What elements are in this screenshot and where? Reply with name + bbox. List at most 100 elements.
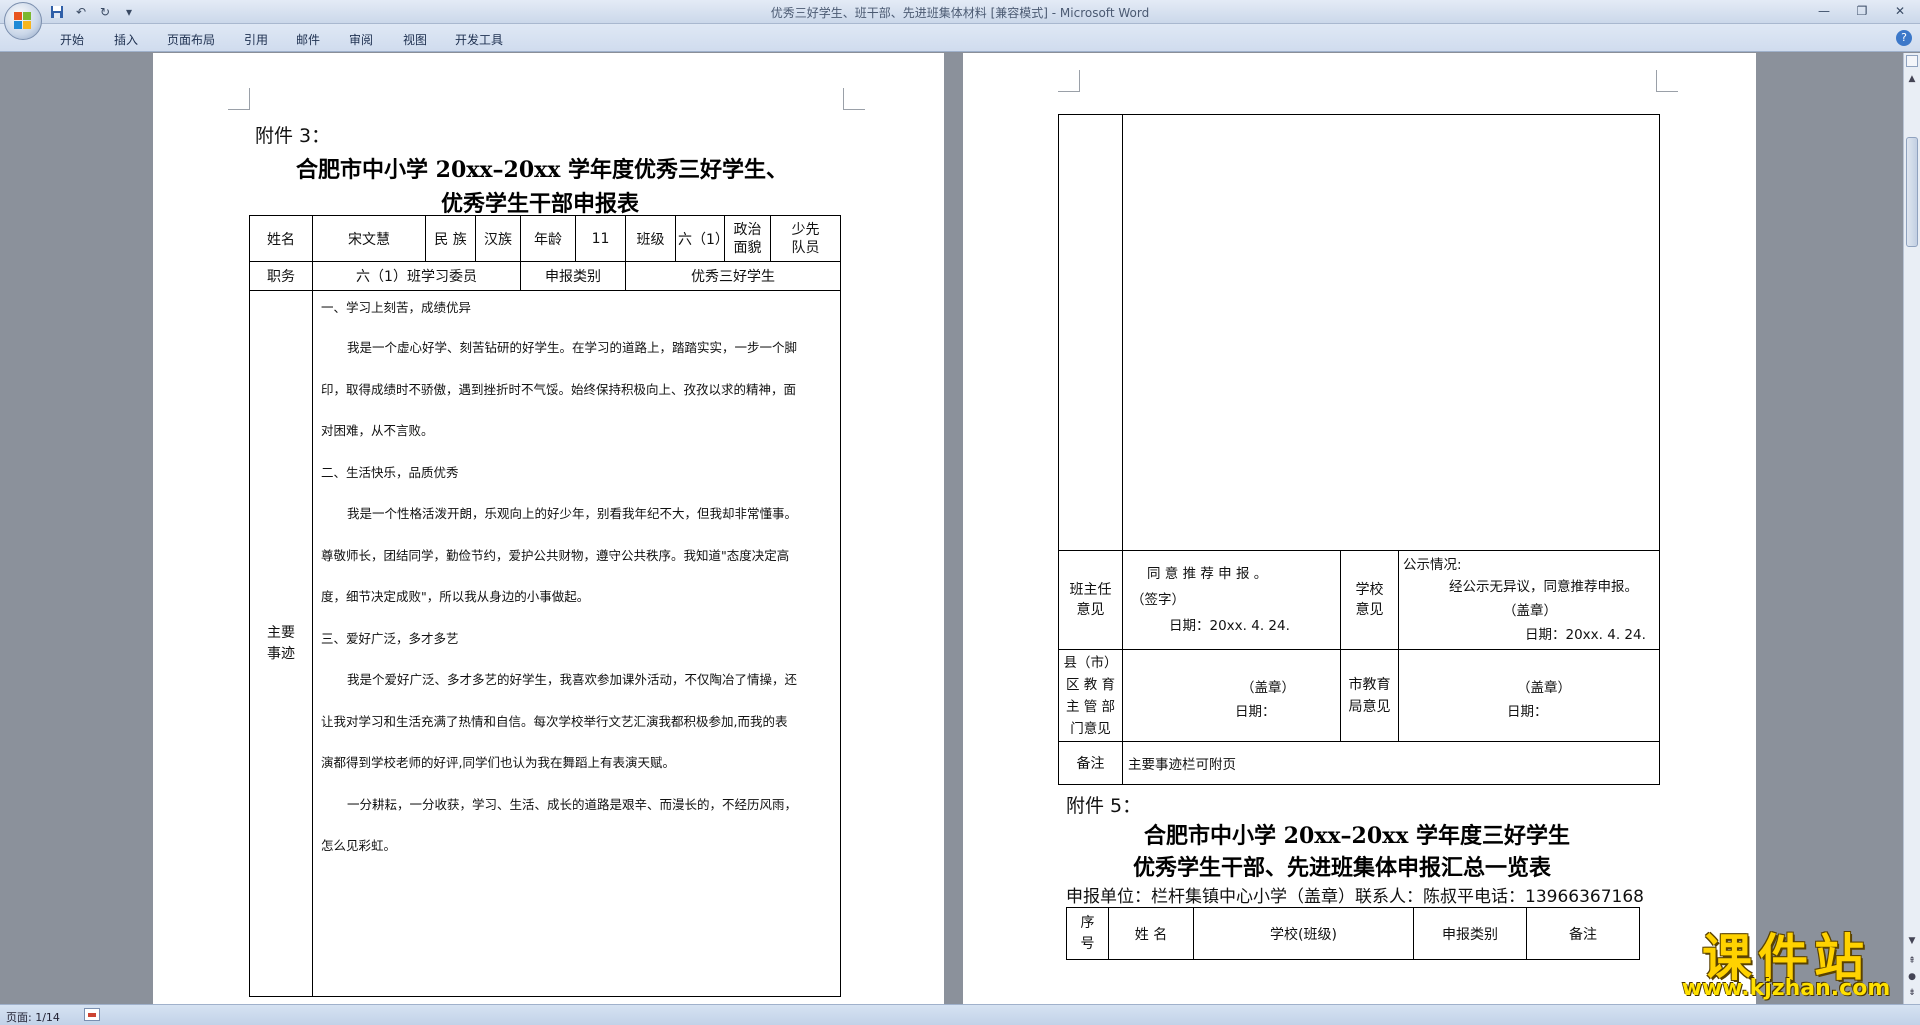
deeds-paragraph: 我是一个虚心好学、刻苦钻研的好学生。在学习的道路上，踏踏实实，一步一个脚 xyxy=(347,340,798,355)
margin-corner-mark xyxy=(843,88,865,110)
form-title-line-1: 合肥市中小学 20xx–20xx 学年度优秀三好学生、 xyxy=(296,157,789,183)
political-label-line: 面貌 xyxy=(733,239,762,256)
office-logo-icon xyxy=(14,12,32,30)
vertical-scrollbar[interactable]: ▲ ▼ ⇞ ● ⇟ xyxy=(1903,53,1920,1004)
application-form-table: 姓名 宋文慧 民 族 汉族 年龄 11 班级 六（1） 政治 面貌 少先 队员 … xyxy=(249,215,841,997)
label-line: 县（市） xyxy=(1063,654,1118,671)
scroll-up-icon[interactable]: ▲ xyxy=(1904,71,1920,87)
view-ruler-icon[interactable] xyxy=(1906,55,1918,67)
political-label-line: 政治 xyxy=(733,221,762,238)
city-opinion-cell[interactable]: （盖章） 日期： xyxy=(1397,649,1661,742)
county-opinion-label: 县（市） 区 教 育 主 管 部 门意见 xyxy=(1058,649,1123,742)
remark-header: 备注 xyxy=(1526,907,1640,960)
window-controls: — ❐ ✕ xyxy=(1810,2,1914,20)
teacher-opinion-text: 同 意 推 荐 申 报 。 xyxy=(1147,566,1268,582)
close-icon[interactable]: ✕ xyxy=(1886,2,1914,20)
margin-corner-mark xyxy=(228,88,250,110)
name-value[interactable]: 宋文慧 xyxy=(312,215,426,262)
school-date: 日期：20xx. 4. 24. xyxy=(1525,627,1646,643)
age-label: 年龄 xyxy=(520,215,576,262)
school-class-header: 学校(班级) xyxy=(1193,907,1414,960)
margin-corner-mark xyxy=(1058,70,1080,92)
document-page-1[interactable]: 附件 3： 合肥市中小学 20xx–20xx 学年度优秀三好学生、 优秀学生干部… xyxy=(153,53,944,1004)
deeds-paragraph: 怎么见彩虹。 xyxy=(321,838,397,853)
opinion-table: 班主任 意见 同 意 推 荐 申 报 。 （签字） 日期：20xx. 4. 24… xyxy=(1058,114,1661,785)
scroll-down-icon[interactable]: ▼ xyxy=(1904,933,1920,949)
class-label: 班级 xyxy=(625,215,676,262)
teacher-opinion-label: 班主任 意见 xyxy=(1058,550,1123,650)
document-page-2[interactable]: 班主任 意见 同 意 推 荐 申 报 。 （签字） 日期：20xx. 4. 24… xyxy=(963,53,1756,1004)
county-seal: （盖章） xyxy=(1241,680,1295,696)
category-label: 申报类别 xyxy=(520,261,626,291)
tab-insert[interactable]: 插入 xyxy=(114,31,138,48)
deeds-paragraph: 印，取得成绩时不骄傲，遇到挫折时不气馁。始终保持积极向上、孜孜以求的精神，面 xyxy=(321,381,797,397)
tab-references[interactable]: 引用 xyxy=(244,31,268,48)
table-row: 姓名 宋文慧 民 族 汉族 年龄 11 班级 六（1） 政治 面貌 少先 队员 xyxy=(249,215,841,262)
browse-object-icon[interactable]: ● xyxy=(1904,969,1920,985)
previous-page-icon[interactable]: ⇞ xyxy=(1904,953,1920,969)
minimize-icon[interactable]: — xyxy=(1810,2,1838,20)
tab-home[interactable]: 开始 xyxy=(60,31,84,48)
ribbon-tab-bar: 开始 插入 页面布局 引用 邮件 审阅 视图 开发工具 xyxy=(0,24,1920,52)
label-line: 学校 xyxy=(1355,582,1384,598)
label-line: 门意见 xyxy=(1070,720,1111,737)
scrollbar-thumb[interactable] xyxy=(1906,137,1918,247)
remark-label: 备注 xyxy=(1058,741,1123,785)
name-header: 姓 名 xyxy=(1108,907,1194,960)
status-bar: 页面: 1/14 xyxy=(0,1004,1920,1025)
table-row: 职务 六（1）班学习委员 申报类别 优秀三好学生 xyxy=(249,261,841,291)
tab-mailings[interactable]: 邮件 xyxy=(296,31,320,48)
remark-value[interactable]: 主要事迹栏可附页 xyxy=(1121,741,1661,785)
political-value[interactable]: 少先 队员 xyxy=(770,215,841,262)
header-line: 号 xyxy=(1080,935,1095,952)
deeds-paragraph: 让我对学习和生活充满了热情和自信。每次学校举行文艺汇演我都积极参加,而我的表 xyxy=(321,713,788,729)
public-notice-text: 经公示无异议，同意推荐申报。 xyxy=(1449,579,1638,595)
header-line: 序 xyxy=(1080,914,1095,931)
site-watermark: 课件站 www.kjzhan.com xyxy=(1668,922,1904,1002)
deeds-continued-cell[interactable] xyxy=(1121,114,1661,551)
name-label: 姓名 xyxy=(249,215,313,262)
attachment-label: 附件 3： xyxy=(255,125,331,147)
age-value[interactable]: 11 xyxy=(575,215,626,262)
tab-review[interactable]: 审阅 xyxy=(349,31,373,48)
label-line: 意见 xyxy=(1355,602,1384,618)
table-row: 备注 主要事迹栏可附页 xyxy=(1058,741,1661,785)
table-row xyxy=(1058,114,1661,551)
school-seal: （盖章） xyxy=(1503,603,1557,619)
school-opinion-cell[interactable]: 公示情况: 经公示无异议，同意推荐申报。 （盖章） 日期：20xx. 4. 24… xyxy=(1397,550,1661,650)
deeds-paragraph: 一分耕耘，一分收获，学习、生活、成长的道路是艰辛、而漫长的，不经历风雨， xyxy=(347,796,798,812)
tab-developer[interactable]: 开发工具 xyxy=(455,31,503,48)
label-line: 主 管 部 xyxy=(1065,698,1116,715)
page-count[interactable]: 页面: 1/14 xyxy=(6,1009,60,1025)
table-row: 主要 事迹 一、学习上刻苦，成绩优异我是一个虚心好学、刻苦钻研的好学生。在学习的… xyxy=(249,290,841,997)
summary-table: 序 号 姓 名 学校(班级) 申报类别 备注 xyxy=(1066,907,1640,960)
county-opinion-cell[interactable]: （盖章） 日期： xyxy=(1122,649,1341,742)
watermark-url: www.kjzhan.com xyxy=(1681,976,1891,1001)
public-notice-title: 公示情况: xyxy=(1403,557,1462,573)
teacher-opinion-cell[interactable]: 同 意 推 荐 申 报 。 （签字） 日期：20xx. 4. 24. xyxy=(1122,550,1341,650)
window-title: 优秀三好学生、班干部、先进班集体材料 [兼容模式] - Microsoft Wo… xyxy=(770,6,1150,20)
index-header: 序 号 xyxy=(1066,907,1109,960)
table-row: 序 号 姓 名 学校(班级) 申报类别 备注 xyxy=(1066,907,1640,960)
attachment-label: 附件 5： xyxy=(1066,795,1142,817)
tab-page-layout[interactable]: 页面布局 xyxy=(167,31,215,48)
title-bar: ↶ ↻ ▾ 优秀三好学生、班干部、先进班集体材料 [兼容模式] - Micros… xyxy=(0,0,1920,24)
restore-icon[interactable]: ❐ xyxy=(1848,2,1876,20)
next-page-icon[interactable]: ⇟ xyxy=(1904,985,1920,1001)
category-value[interactable]: 优秀三好学生 xyxy=(625,261,841,291)
deeds-paragraph: 一、学习上刻苦，成绩优异 xyxy=(321,300,472,315)
blank-cell xyxy=(1058,114,1123,551)
tab-view[interactable]: 视图 xyxy=(403,31,427,48)
deeds-content[interactable]: 一、学习上刻苦，成绩优异我是一个虚心好学、刻苦钻研的好学生。在学习的道路上，踏踏… xyxy=(312,290,841,997)
deeds-label: 主要 事迹 xyxy=(249,290,313,997)
document-workspace[interactable]: 附件 3： 合肥市中小学 20xx–20xx 学年度优秀三好学生、 优秀学生干部… xyxy=(0,53,1903,1004)
help-icon[interactable]: ? xyxy=(1896,30,1912,46)
class-value[interactable]: 六（1） xyxy=(675,215,729,262)
proofing-icon[interactable] xyxy=(84,1008,100,1021)
position-value[interactable]: 六（1）班学习委员 xyxy=(312,261,521,291)
label-line: 班主任 xyxy=(1069,582,1112,598)
political-value-line: 少先 xyxy=(791,221,820,238)
deeds-label-line: 事迹 xyxy=(267,645,295,662)
ethnic-value[interactable]: 汉族 xyxy=(475,215,521,262)
office-button[interactable] xyxy=(4,2,42,40)
